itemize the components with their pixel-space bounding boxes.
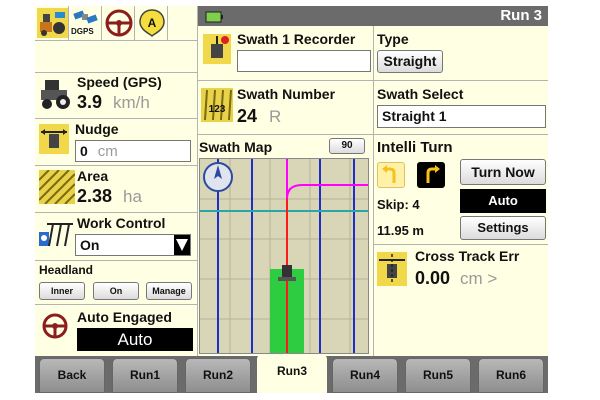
battery-icon [205,10,223,23]
nudge-value: 0 [80,143,88,159]
skip-label: Skip: 4 [377,197,420,212]
title-bar: Run 3 [197,6,548,26]
work-control-icon [37,218,75,252]
swath-select-label: Swath Select [377,86,464,102]
svg-text:123: 123 [209,104,226,115]
swath-map-label: Swath Map [199,139,273,155]
headland-on-button[interactable]: On [93,282,139,300]
area-value: 2.38 [77,186,113,206]
turn-now-button[interactable]: Turn Now [460,159,546,185]
speed-label: Speed (GPS) [77,74,162,90]
dgps-label: DGPS [71,27,94,36]
area-label: Area [77,168,109,184]
window-title: Run 3 [500,7,542,24]
tractor-camera-icon[interactable] [37,8,69,38]
auto-guidance-icon[interactable]: A [136,8,168,38]
swath-number-label: Swath Number [237,86,336,102]
cross-track-icon [377,252,407,286]
type-label: Type [377,31,409,47]
work-control-label: Work Control [77,215,166,231]
turn-distance: 11.95 m [377,223,424,238]
divider [35,118,197,119]
divider [35,40,197,41]
divider [373,26,374,356]
intelli-turn-settings-button[interactable]: Settings [460,216,546,240]
divider [101,6,102,40]
swath-number-icon: 123 [201,88,233,122]
headland-label: Headland [39,263,94,277]
nudge-unit: cm [97,143,118,160]
swath-number-value: 24 [237,106,258,126]
swath-number-side: R [269,107,282,126]
guidance-screen: DGPS A Run 3 Swath 1 Recorder Type Strai… [35,6,548,393]
divider [35,260,197,261]
headland-inner-button[interactable]: Inner [39,282,85,300]
divider [35,212,197,213]
nudge-label: Nudge [75,121,119,137]
back-tab[interactable]: Back [39,358,105,393]
cross-track-unit: cm > [460,269,498,288]
swath-select-field[interactable]: Straight 1 [377,105,546,128]
divider [35,72,197,73]
nudge-field[interactable]: 0 cm [75,140,191,162]
swath-recorder-field[interactable] [237,50,371,72]
auto-engaged-label: Auto Engaged [77,309,172,325]
type-select-button[interactable]: Straight [377,50,443,73]
nudge-tractor-icon [39,124,69,154]
cross-track-value: 0.00 [415,268,451,288]
work-control-value: On [80,237,100,253]
speed-unit: km/h [113,93,150,112]
dgps-satellite-icon[interactable]: DGPS [70,8,102,38]
headland-manage-button[interactable]: Manage [146,282,192,300]
dropdown-arrow-icon [174,235,190,255]
svg-text:A: A [148,16,157,30]
turn-right-button[interactable] [417,162,445,188]
cross-track-label: Cross Track Err [415,248,520,264]
divider [167,6,168,40]
area-icon [38,169,76,205]
intelli-turn-label: Intelli Turn [377,139,453,156]
status-icon-bar: DGPS A [35,6,197,40]
map-zoom-button[interactable]: 90 [329,138,365,154]
speed-value: 3.9 [77,92,103,112]
auto-engaged-status: Auto [77,328,193,351]
divider [68,6,69,40]
planned-turn-path [286,159,368,200]
divider [197,6,198,356]
tab-run5[interactable]: Run5 [405,358,471,393]
divider [35,165,197,166]
tab-run6[interactable]: Run6 [478,358,544,393]
work-control-select[interactable]: On [75,234,191,256]
turn-mode-auto[interactable]: Auto [460,189,546,213]
swath-map-canvas[interactable] [199,158,369,354]
turn-left-button[interactable] [377,162,405,188]
tab-run3[interactable]: Run3 [257,354,327,393]
auto-steering-wheel-icon [41,312,69,340]
swath-recorder-label: Swath 1 Recorder [237,31,356,47]
steering-wheel-icon[interactable] [103,8,135,38]
tab-run1[interactable]: Run1 [112,358,178,393]
tab-run4[interactable]: Run4 [332,358,398,393]
tab-run2[interactable]: Run2 [185,358,251,393]
tractor-speed-icon [39,76,75,110]
tractor-recorder-icon [203,34,231,64]
divider [134,6,135,40]
divider [373,244,548,245]
divider [35,304,197,305]
compass-icon[interactable] [202,161,234,193]
area-unit: ha [123,187,142,206]
